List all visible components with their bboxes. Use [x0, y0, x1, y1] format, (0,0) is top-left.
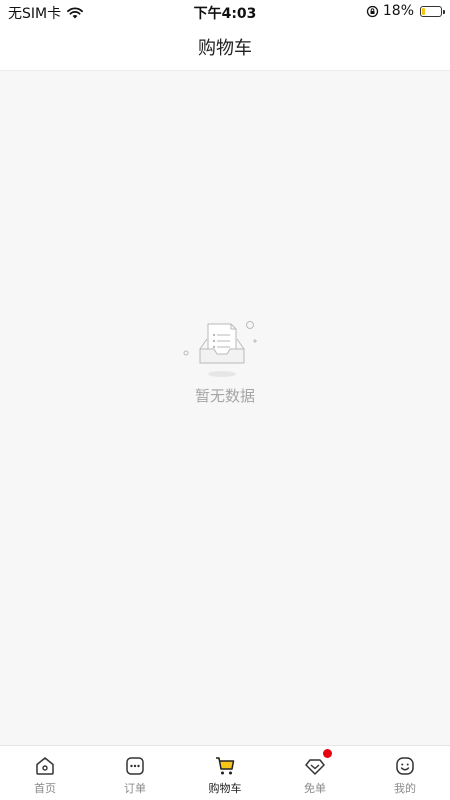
tab-label-orders: 订单 [124, 782, 146, 795]
battery-percent: 18% [382, 3, 414, 19]
nav-bar: 购物车 [0, 24, 450, 71]
coupon-icon [305, 759, 325, 775]
tab-label-cart: 购物车 [208, 782, 242, 795]
tab-label-free: 免单 [304, 782, 326, 795]
battery-fill [422, 7, 425, 15]
empty-state: 暂无数据 [0, 319, 450, 406]
tab-label-profile: 我的 [394, 782, 416, 795]
tab-label-home: 首页 [34, 782, 56, 795]
tab-free[interactable]: 免单 [270, 746, 360, 800]
profile-icon [396, 757, 414, 775]
empty-message: 暂无数据 [194, 387, 255, 405]
tab-profile[interactable]: 我的 [360, 746, 450, 800]
tab-cart[interactable]: 购物车 [180, 746, 270, 800]
tab-home[interactable]: 首页 [0, 746, 90, 800]
tab-bar: 首页 订单 购物车 免单 我的 [0, 745, 450, 800]
empty-inbox-icon [183, 321, 257, 377]
page-title: 购物车 [198, 38, 252, 59]
order-icon [126, 757, 144, 775]
status-bar: 无SIM卡 下午4:03 18% [0, 0, 450, 24]
home-icon [36, 757, 54, 775]
tab-orders[interactable]: 订单 [90, 746, 180, 800]
orientation-lock-icon [366, 5, 379, 17]
cart-content: 暂无数据 [0, 71, 450, 746]
notification-badge [323, 749, 332, 758]
battery-icon [420, 5, 445, 17]
status-right: 18% [366, 3, 445, 19]
cart-icon [216, 757, 235, 775]
